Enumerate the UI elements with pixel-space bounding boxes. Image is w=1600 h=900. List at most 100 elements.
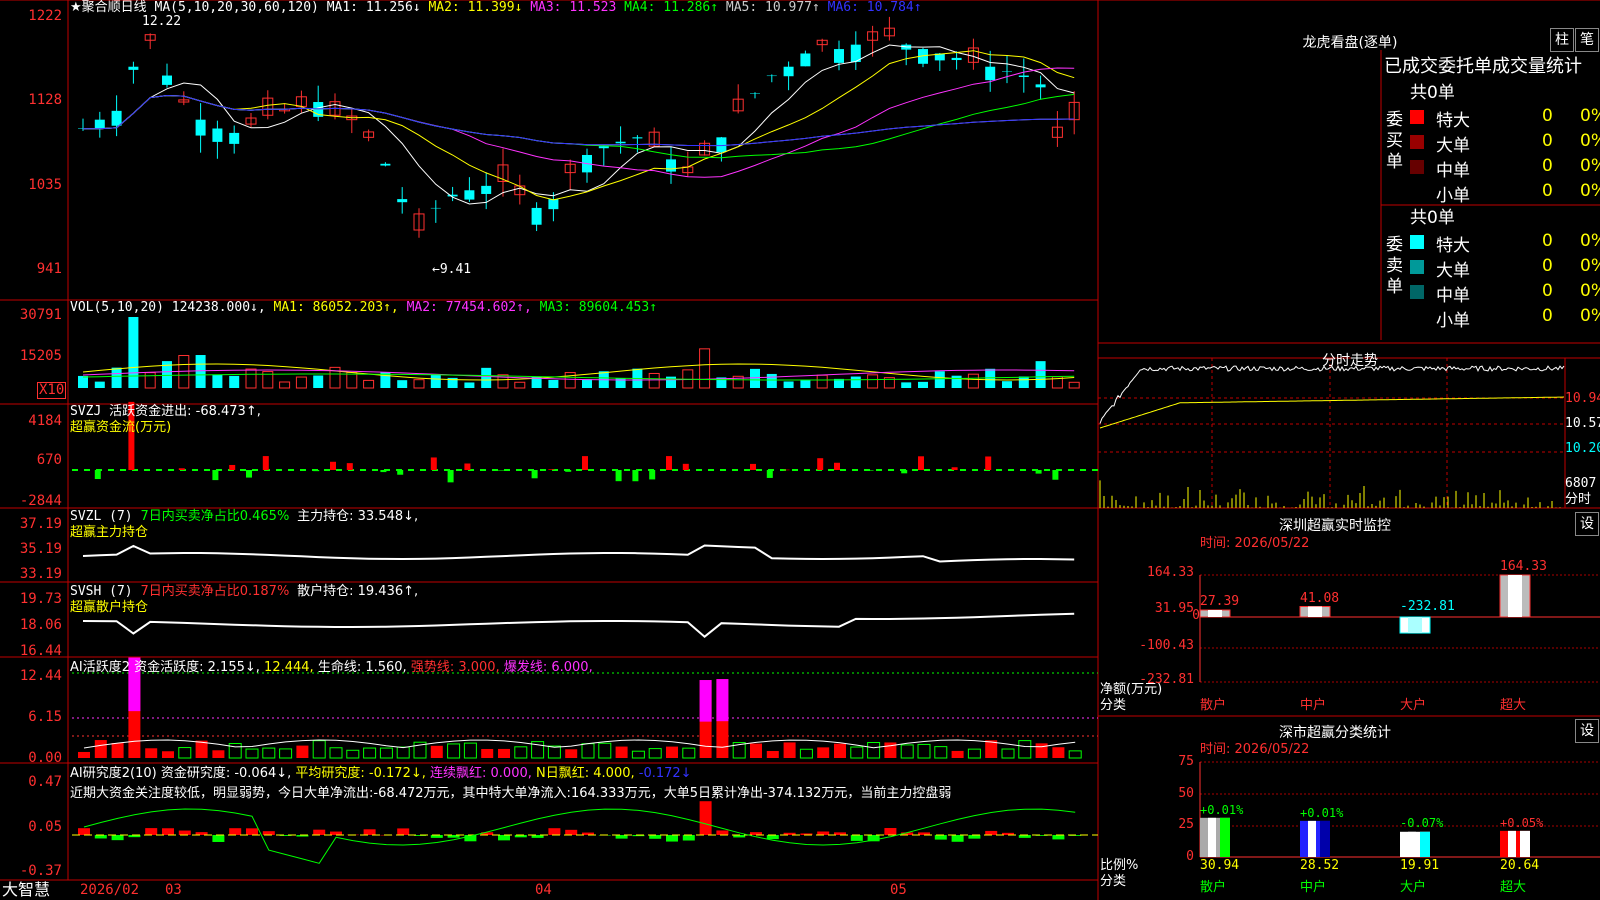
candle-body <box>985 66 996 81</box>
monitor-settings-button[interactable]: 设 <box>1575 512 1599 536</box>
research-bar <box>178 830 191 835</box>
stats-bar <box>1420 831 1430 857</box>
activity-bar <box>262 747 276 759</box>
intraday-tick: 10.57 <box>1565 416 1600 431</box>
ma-params: MA(5,10,20,30,60,120) <box>154 0 319 15</box>
flow-bar <box>1035 470 1042 474</box>
buy-row-s: 小单 0 0% <box>1410 181 1600 206</box>
stats-change: +0.01% <box>1300 806 1344 820</box>
period-label[interactable]: 日线 <box>121 0 147 15</box>
flow-bar <box>531 470 538 479</box>
research-bar <box>363 829 376 835</box>
activity-bar <box>396 746 410 759</box>
tick-mode-button[interactable]: 笔 <box>1575 28 1599 52</box>
ai1-strong: 强势线: 3.000, <box>410 660 500 675</box>
stats-change: +0.01% <box>1200 803 1244 817</box>
color-swatch <box>1410 110 1424 124</box>
candle-body <box>397 199 408 203</box>
candle-body <box>1035 84 1046 88</box>
stats-settings-button[interactable]: 设 <box>1575 719 1599 743</box>
svsh-ratio: 7日内买卖净占比0.187% <box>140 584 290 599</box>
volume-bar <box>279 381 291 389</box>
volume-bar <box>128 316 139 388</box>
research-bar <box>951 835 964 842</box>
monitor-time: 时间: 2026/05/22 <box>1200 536 1310 551</box>
color-swatch <box>1410 135 1424 149</box>
flow-bar <box>582 456 588 470</box>
volume-bar <box>548 379 559 388</box>
ai1-label: AI活跃度2 <box>70 660 130 675</box>
row-name: 中单 <box>1436 286 1470 306</box>
activity-bar <box>750 743 762 758</box>
flow-bar <box>834 462 840 470</box>
volume-bar <box>481 367 492 388</box>
research-bar <box>162 828 174 835</box>
stats-category: 散户 <box>1200 880 1227 895</box>
volume-bar <box>934 371 945 388</box>
date-axis-label: 05 <box>890 882 907 898</box>
svsh-subtitle: 超赢散户持仓 <box>70 600 149 615</box>
stats-category: 超大 <box>1500 880 1527 895</box>
research-bar <box>985 830 998 835</box>
bar-mode-button[interactable]: 柱 <box>1550 28 1574 52</box>
activity-bar <box>145 748 158 758</box>
date-axis-label: 03 <box>165 882 182 898</box>
row-name: 中单 <box>1436 161 1470 181</box>
stock-name[interactable]: ★聚合顺 <box>70 0 121 15</box>
candle-body <box>481 185 492 194</box>
intraday-avg-line <box>1099 396 1565 429</box>
research-bar <box>934 835 947 840</box>
buy-row-l: 大单 0 0% <box>1410 131 1600 156</box>
research-bar <box>682 835 695 841</box>
activity-bar <box>379 747 393 759</box>
main-hold-line <box>82 544 1075 563</box>
vol-y-tick: 30791 <box>19 307 62 323</box>
research-bar <box>212 835 225 842</box>
svzl-y-tick: 35.19 <box>19 541 62 557</box>
volume-bar <box>94 381 105 388</box>
row-count: 0 <box>1542 281 1553 301</box>
vol-y-tick: 15205 <box>19 348 62 364</box>
activity-bar <box>682 747 696 759</box>
candle-body <box>229 132 240 144</box>
activity-bar <box>799 748 813 759</box>
intraday-tick: 分时 <box>1565 492 1592 507</box>
stock-chart-canvas[interactable] <box>0 0 1600 900</box>
row-pct: 0% <box>1580 231 1600 251</box>
flow-bar <box>178 468 185 470</box>
intraday-tick: 10.94 <box>1565 391 1600 406</box>
ai1-active: 资金活跃度: 2.155↓, <box>134 660 260 675</box>
flow-bar <box>918 456 924 470</box>
svzl-y-tick: 37.19 <box>19 516 62 532</box>
stats-change: +0.05% <box>1500 816 1544 830</box>
volume-bar <box>783 381 794 388</box>
activity-bar <box>94 740 107 758</box>
ai2-label: AI研究度2(10) <box>70 766 157 781</box>
monitor-bar-value: 27.39 <box>1200 593 1240 609</box>
row-pct: 0% <box>1580 281 1600 301</box>
research-bar <box>968 835 981 839</box>
vol-ma1: MA1: 86052.203↑, <box>273 300 399 315</box>
ai2-legend: AI研究度2(10) 资金研究度: -0.064↓, 平均研究度: -0.172… <box>70 766 692 782</box>
svzl-label: SVZL (7) <box>70 509 133 524</box>
research-bar <box>313 829 326 835</box>
flow-bar <box>346 463 353 470</box>
volume-bar <box>1002 381 1012 388</box>
stats-y-tick: 75 <box>1178 754 1194 769</box>
color-swatch <box>1410 260 1424 274</box>
activity-bar <box>631 750 645 759</box>
activity-bar <box>78 751 90 758</box>
activity-bar <box>1052 747 1065 758</box>
date-axis-label: 2026/02 <box>80 882 140 898</box>
volume-bar <box>78 375 88 388</box>
candle-body <box>380 163 391 166</box>
activity-bar <box>598 742 612 759</box>
activity-bar <box>279 748 293 759</box>
stats-bar <box>1308 820 1316 857</box>
intraday-title[interactable]: 分时走势 <box>1100 350 1600 370</box>
candle-body <box>632 137 643 139</box>
ai2-y-tick: 0.47 <box>28 774 62 790</box>
research-bar <box>766 835 779 840</box>
candle-body <box>1018 75 1029 78</box>
activity-bar <box>1001 748 1015 759</box>
